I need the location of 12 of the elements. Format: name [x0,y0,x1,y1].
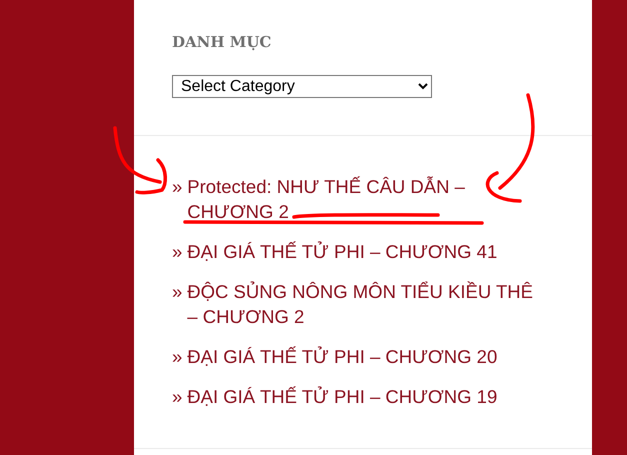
post-link[interactable]: ĐẠI GIÁ THẾ TỬ PHI – CHƯƠNG 20 [187,344,542,369]
post-link[interactable]: Protected: NHƯ THẾ CÂU DẪN – CHƯƠNG 2 [187,174,542,224]
list-marker: » [172,385,182,409]
list-marker: » [172,345,182,369]
list-marker: » [172,175,182,199]
list-marker: » [172,280,182,304]
post-link[interactable]: ĐỘC SỦNG NÔNG MÔN TIỂU KIỀU THÊ – CHƯƠNG 2 [187,279,542,329]
list-marker: » [172,240,182,264]
post-link[interactable]: ĐẠI GIÁ THẾ TỬ PHI – CHƯƠNG 19 [187,384,542,409]
post-link[interactable]: ĐẠI GIÁ THẾ TỬ PHI – CHƯƠNG 41 [187,239,542,264]
widget-heading: DANH MỤC [172,32,272,53]
category-select[interactable]: Select Category [172,75,432,98]
